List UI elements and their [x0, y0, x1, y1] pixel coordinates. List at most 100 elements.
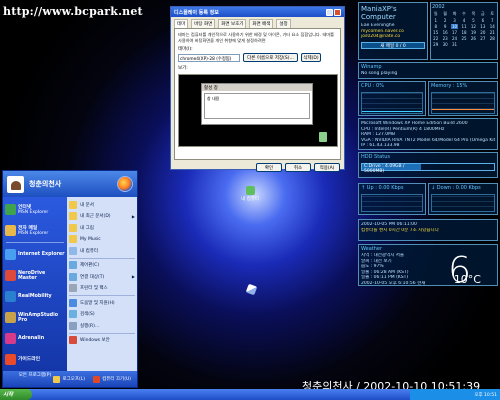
run-icon [69, 321, 77, 330]
theme-preview: 활성 창 창 내용 [178, 74, 338, 147]
my-computer-desktop-icon[interactable]: 내 컴퓨터 [239, 186, 261, 202]
calendar-day[interactable]: 7 [489, 18, 496, 23]
calendar-day[interactable]: 17 [451, 30, 458, 35]
weather-title: Weather [361, 246, 383, 252]
calendar-day[interactable]: 29 [432, 42, 439, 47]
cancel-button[interactable]: 취소 [285, 163, 311, 172]
tab-themes[interactable]: 테마 [174, 19, 189, 28]
hdd-bar-fill: C:Drive : 4.09GB / 5000MB) [362, 164, 422, 174]
calendar-day[interactable]: 28 [489, 36, 496, 41]
calendar-day[interactable]: 14 [489, 24, 496, 29]
calendar-day[interactable]: 1 [432, 18, 439, 23]
upload-graph [361, 194, 423, 212]
place-my-music[interactable]: My Music [69, 234, 135, 246]
ok-button[interactable]: 확인 [256, 163, 282, 172]
place-run[interactable]: 실행(R)... [69, 320, 135, 332]
calendar-day[interactable]: 18 [460, 30, 467, 35]
place-my-computer[interactable]: 내 컴퓨터 [69, 245, 135, 257]
program-internet[interactable]: 인터넷 MSN Explorer [4, 199, 66, 220]
tab-appearance[interactable]: 화면 배색 [249, 19, 274, 28]
calendar-day[interactable]: 8 [432, 24, 439, 29]
program-realmobility[interactable]: RealMobility [4, 286, 66, 307]
help-icon[interactable] [326, 8, 333, 16]
paper-plane-desktop-icon[interactable] [240, 283, 262, 296]
printer-icon [69, 284, 77, 293]
place-label: 내 문서 [80, 202, 94, 208]
upload-label: ↑ Up : 0.00 Kbps [361, 185, 404, 191]
place-connect-to[interactable]: 연결 대상(T) ▶ [69, 271, 135, 283]
calendar-day[interactable]: 15 [432, 30, 439, 35]
place-control-panel[interactable]: 제어판(C) [69, 260, 135, 272]
program-title: RealMobility [18, 294, 52, 299]
start-button[interactable]: 시작 [0, 389, 32, 400]
calendar-day[interactable]: 10 [450, 24, 459, 29]
place-windows-security[interactable]: Windows 보안 [69, 335, 135, 347]
theme-label: 테마(I): [178, 47, 193, 52]
calendar-day[interactable]: 20 [479, 30, 486, 35]
calendar-day[interactable]: 16 [441, 30, 448, 35]
folder-icon [69, 235, 77, 244]
start-menu: 청춘의천사 인터넷 MSN Explorer 전자 메일 MSN Explorer … [2, 170, 138, 388]
place-search[interactable]: 검색(S) [69, 309, 135, 321]
calendar-day[interactable]: 24 [451, 36, 458, 41]
calendar-day[interactable]: 3 [451, 18, 458, 23]
memory-panel: Memory : 15% [428, 81, 498, 116]
taskbar: 시작 오후 10:51 [0, 389, 500, 400]
place-my-documents[interactable]: 내 문서 [69, 199, 135, 211]
calendar-day[interactable]: 19 [470, 30, 477, 35]
calendar-day[interactable]: 11 [460, 24, 467, 29]
program-guideline[interactable]: 가이드라인 [4, 349, 66, 370]
place-my-pictures[interactable]: 내 그림 [69, 222, 135, 234]
new-mail-button[interactable]: 새 메일 0 / 0 [361, 41, 425, 49]
guide-icon [5, 354, 16, 365]
calendar-day[interactable]: 5 [470, 18, 477, 23]
preview-window-text: 창 내용 [204, 93, 310, 119]
tab-settings[interactable]: 설정 [276, 19, 291, 28]
calendar-day[interactable]: 23 [441, 36, 448, 41]
calendar-day[interactable]: 25 [460, 36, 467, 41]
calendar-weekday: 화 [452, 11, 457, 16]
shutdown-button[interactable]: 컴퓨터 끄기(U) [93, 375, 131, 383]
calendar-panel: 2002 일 월 화 수 목 금 토 1 2 3 4 5 6 7 8 9 10 11 12 13 14 15 16 17 18 1… [430, 2, 498, 60]
avatar[interactable] [7, 175, 24, 193]
email-line[interactable]: jos0204@nate.co [359, 34, 427, 40]
start-menu-header: 청춘의천사 [3, 171, 137, 197]
calendar-day[interactable]: 9 [441, 24, 448, 29]
control-panel-icon [69, 261, 77, 270]
delete-button[interactable]: 삭제(D) [301, 53, 321, 62]
tab-screensaver[interactable]: 화면 보호기 [218, 19, 247, 28]
calendar-day[interactable]: 4 [460, 18, 467, 23]
calendar-weekday: 금 [481, 11, 485, 16]
apply-button[interactable]: 적용(A) [314, 163, 340, 172]
program-winamp[interactable]: WinAmpStudio Pro [4, 307, 66, 328]
program-ie[interactable]: Internet Explorer [4, 244, 66, 265]
calendar-day[interactable]: 31 [451, 42, 458, 47]
place-label: My Music [80, 236, 101, 242]
tab-desktop[interactable]: 바탕 화면 [191, 19, 216, 28]
calendar-day[interactable]: 2 [441, 18, 448, 23]
tray-clock[interactable]: 오후 10:51 [474, 392, 497, 398]
place-printers[interactable]: 프린터 및 팩스 [69, 283, 135, 295]
place-recent-documents[interactable]: 내 최근 문서(D) ▶ [69, 211, 135, 223]
calendar-day[interactable]: 6 [479, 18, 486, 23]
folder-icon [69, 223, 77, 232]
preview-window: 활성 창 창 내용 [201, 83, 313, 125]
theme-select[interactable]: chrome4(XP)-28 (수정됨) [178, 53, 240, 62]
places-list: 내 문서 내 최근 문서(D) ▶ 내 그림 My Music 내 컴퓨터 제어판… [67, 197, 137, 371]
program-email[interactable]: 전자 메일 MSN Explorer [4, 220, 66, 241]
calendar-day[interactable]: 13 [479, 24, 486, 29]
calendar-day[interactable]: 27 [479, 36, 486, 41]
place-help[interactable]: 도움말 및 지원(H) [69, 297, 135, 309]
program-adrenalin[interactable]: Adrenalin [4, 328, 66, 349]
memory-label: Memory : 15% [431, 83, 468, 89]
calendar-day[interactable]: 21 [489, 30, 496, 35]
dialog-titlebar[interactable]: 디스플레이 등록 정보 [171, 7, 344, 17]
logoff-button[interactable]: 로그오프(L) [53, 375, 85, 383]
save-as-button[interactable]: 다른 이름으로 저장(S)... [243, 53, 298, 62]
calendar-day[interactable]: 26 [470, 36, 477, 41]
calendar-day[interactable]: 22 [432, 36, 439, 41]
calendar-day[interactable]: 30 [441, 42, 448, 47]
calendar-day[interactable]: 12 [470, 24, 477, 29]
close-icon[interactable] [334, 8, 341, 16]
program-nero[interactable]: NeroDrive Master [4, 265, 66, 286]
